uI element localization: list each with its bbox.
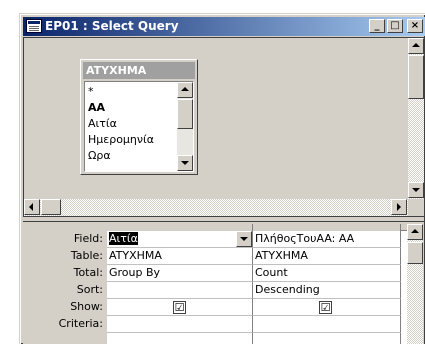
field-item-aa[interactable]: AA (88, 100, 105, 115)
pane-vscroll-thumb[interactable] (408, 55, 424, 99)
cell-criteria-1[interactable] (107, 316, 253, 333)
grid-corner (23, 224, 107, 231)
pane-hscroll-thumb[interactable] (41, 199, 61, 215)
table-pane-hscrollbar[interactable] (24, 199, 408, 216)
column-selector-2[interactable] (253, 224, 401, 231)
row-label-total: Total: (23, 265, 107, 282)
field-item-time[interactable]: Ωρα (88, 148, 111, 163)
show-checkbox-2[interactable]: ☑ (319, 301, 332, 314)
table-field-list-box[interactable]: ATYXHMA * AA Αιτία Ημερομηνία Ωρα (80, 59, 198, 175)
cell-show-1[interactable]: ☑ (107, 299, 253, 316)
cell-total-2[interactable]: Count (253, 265, 401, 282)
grid-scroll-up-arrow-icon[interactable] (407, 224, 423, 240)
row-label-criteria: Criteria: (23, 316, 107, 333)
column-selector-bar[interactable] (107, 224, 407, 231)
cell-table-1[interactable]: ATYXHMA (107, 248, 253, 265)
cell-sort-1[interactable] (107, 282, 253, 299)
row-label-field: Field: (23, 231, 107, 248)
table-box-title[interactable]: ATYXHMA (83, 62, 195, 79)
row-label-filler (23, 333, 107, 344)
cell-show-2[interactable]: ☑ (253, 299, 401, 316)
grid-vscroll-thumb[interactable] (407, 242, 423, 264)
design-grid-pane[interactable]: Field: Table: Total: Sort: Show: Criteri… (23, 222, 424, 344)
scroll-corner (408, 199, 424, 216)
cell-sort-2[interactable]: Descending (253, 282, 401, 299)
minimize-button[interactable]: _ (369, 19, 385, 33)
field-dropdown-arrow-icon[interactable] (236, 231, 252, 247)
row-label-show: Show: (23, 299, 107, 316)
row-label-table: Table: (23, 248, 107, 265)
scroll-up-arrow-icon[interactable] (177, 82, 193, 98)
cell-or-2[interactable] (253, 333, 401, 344)
design-grid[interactable]: Field: Table: Total: Sort: Show: Criteri… (23, 224, 407, 344)
scroll-down-arrow-icon[interactable] (177, 155, 193, 171)
field-list-scrollbar[interactable] (177, 82, 193, 171)
grid-vscrollbar[interactable] (407, 224, 424, 344)
grid-vscroll-track[interactable] (407, 240, 423, 344)
title-bar[interactable]: EP01 : Select Query _ □ × (23, 17, 425, 36)
restore-button[interactable]: □ (387, 19, 403, 33)
pane-scroll-right-arrow-icon[interactable] (391, 199, 407, 215)
query-window-icon[interactable] (26, 19, 42, 33)
show-checkbox-1[interactable]: ☑ (173, 301, 186, 314)
cell-field-1-text: Αιτία (109, 232, 138, 245)
field-item-aitia[interactable]: Αιτία (88, 116, 117, 131)
field-item-date[interactable]: Ημερομηνία (88, 132, 154, 147)
field-list[interactable]: * AA Αιτία Ημερομηνία Ωρα (84, 81, 194, 172)
pane-scroll-up-arrow-icon[interactable] (408, 38, 424, 54)
cell-or-1[interactable] (107, 333, 253, 344)
cell-criteria-2[interactable] (253, 316, 401, 333)
column-selector-1[interactable] (107, 224, 253, 231)
cell-total-1[interactable]: Group By (107, 265, 253, 282)
field-item-all[interactable]: * (88, 84, 94, 99)
window-title: EP01 : Select Query (45, 19, 179, 33)
cell-field-1[interactable]: Αιτία (107, 231, 253, 248)
cell-table-2[interactable]: ATYXHMA (253, 248, 401, 265)
table-pane-canvas[interactable]: ATYXHMA * AA Αιτία Ημερομηνία Ωρα (24, 38, 408, 199)
pane-scroll-down-arrow-icon[interactable] (408, 182, 424, 198)
pane-scroll-left-arrow-icon[interactable] (24, 199, 40, 215)
close-button[interactable]: × (407, 19, 423, 33)
table-pane[interactable]: ATYXHMA * AA Αιτία Ημερομηνία Ωρα (23, 37, 424, 217)
select-query-window: EP01 : Select Query _ □ × ATYXHMA * AA Α… (19, 13, 425, 344)
table-pane-vscrollbar[interactable] (408, 38, 424, 199)
cell-field-2[interactable]: ΠλήθοςΤουAA: AA (253, 231, 401, 248)
field-list-scroll-thumb[interactable] (177, 99, 193, 129)
row-label-sort: Sort: (23, 282, 107, 299)
